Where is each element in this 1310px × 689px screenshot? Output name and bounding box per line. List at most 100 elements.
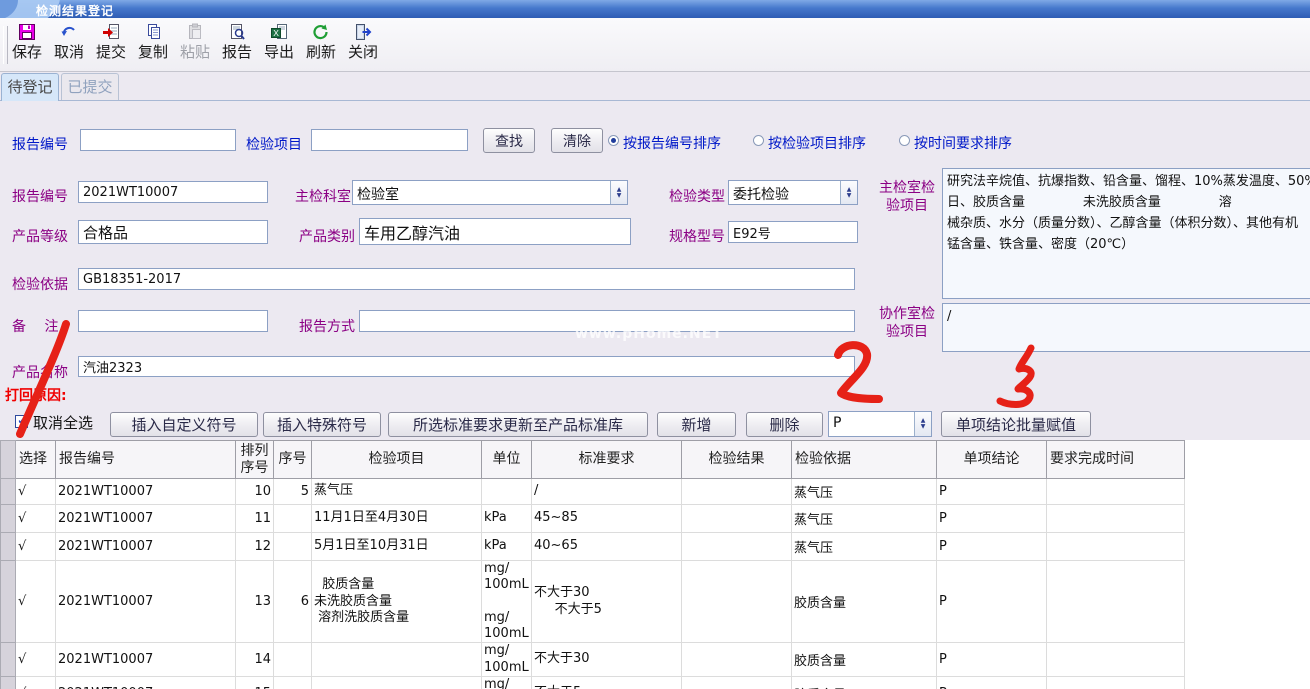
cell-seq[interactable] xyxy=(274,643,312,677)
cell-unit[interactable]: kPa xyxy=(482,533,532,561)
report-button[interactable]: 报告 xyxy=(220,22,254,62)
column-header-due[interactable]: 要求完成时间 xyxy=(1047,441,1185,479)
export-button[interactable]: X 导出 xyxy=(262,22,296,62)
cell-seq[interactable]: 5 xyxy=(274,479,312,505)
cell-check[interactable]: √ xyxy=(16,479,56,505)
cell-unit[interactable]: mg/ 100mL xyxy=(482,676,532,689)
column-header-order_no[interactable]: 排列 序号 xyxy=(236,441,274,479)
cell-unit[interactable]: mg/ 100mL xyxy=(482,643,532,677)
column-header-unit[interactable]: 单位 xyxy=(482,441,532,479)
product-grade-input[interactable] xyxy=(78,220,268,244)
column-header-report_no[interactable]: 报告编号 xyxy=(56,441,236,479)
cell-report_no[interactable]: 2021WT10007 xyxy=(56,676,236,689)
cell-item[interactable]: 胶质含量 未洗胶质含量 溶剂洗胶质含量 xyxy=(312,561,482,643)
coop-items-textarea[interactable]: / xyxy=(942,303,1310,352)
cell-report_no[interactable]: 2021WT10007 xyxy=(56,533,236,561)
sort-by-report-no-label[interactable]: 按报告编号排序 xyxy=(623,133,721,153)
cell-std[interactable]: 不大于30 xyxy=(532,643,682,677)
cell-unit[interactable]: kPa xyxy=(482,505,532,533)
cell-due[interactable] xyxy=(1047,676,1185,689)
cell-result[interactable] xyxy=(682,643,792,677)
sort-by-time-label[interactable]: 按时间要求排序 xyxy=(914,133,1012,153)
cell-due[interactable] xyxy=(1047,533,1185,561)
cell-check[interactable]: √ xyxy=(16,505,56,533)
cell-item[interactable] xyxy=(312,643,482,677)
clear-button[interactable]: 清除 xyxy=(551,128,603,153)
cell-result[interactable] xyxy=(682,533,792,561)
cell-std[interactable]: / xyxy=(532,479,682,505)
cell-basis[interactable]: 蒸气压 xyxy=(792,479,937,505)
cell-report_no[interactable]: 2021WT10007 xyxy=(56,561,236,643)
cell-check[interactable]: √ xyxy=(16,676,56,689)
cell-conclusion[interactable]: P xyxy=(937,561,1047,643)
cell-basis[interactable]: 胶质含量 xyxy=(792,561,937,643)
cell-seq[interactable] xyxy=(274,533,312,561)
add-row-button[interactable]: 新增 xyxy=(657,412,736,437)
cell-conclusion[interactable]: P xyxy=(937,676,1047,689)
cell-check[interactable]: √ xyxy=(16,533,56,561)
save-button[interactable]: 保存 xyxy=(10,22,44,62)
column-header-result[interactable]: 检验结果 xyxy=(682,441,792,479)
column-header-item[interactable]: 检验项目 xyxy=(312,441,482,479)
cell-std[interactable]: 40~65 xyxy=(532,533,682,561)
cell-order_no[interactable]: 10 xyxy=(236,479,274,505)
cell-result[interactable] xyxy=(682,561,792,643)
cell-std[interactable]: 45~85 xyxy=(532,505,682,533)
update-standard-library-button[interactable]: 所选标准要求更新至产品标准库 xyxy=(388,412,648,437)
cell-due[interactable] xyxy=(1047,561,1185,643)
sort-by-item-radio[interactable] xyxy=(753,135,764,146)
spinner-icon[interactable]: ▲▼ xyxy=(610,181,627,204)
cell-report_no[interactable]: 2021WT10007 xyxy=(56,505,236,533)
cell-order_no[interactable]: 13 xyxy=(236,561,274,643)
cell-seq[interactable]: 6 xyxy=(274,561,312,643)
cell-check[interactable]: √ xyxy=(16,561,56,643)
sort-by-time-radio[interactable] xyxy=(899,135,910,146)
submit-button[interactable]: 提交 xyxy=(94,22,128,62)
column-header-check[interactable]: 选择 xyxy=(16,441,56,479)
test-type-combo[interactable]: 委托检验 ▲▼ xyxy=(728,180,858,205)
undo-button[interactable]: 取消 xyxy=(52,22,86,62)
sort-by-item-label[interactable]: 按检验项目排序 xyxy=(768,133,866,153)
remark-input[interactable] xyxy=(78,310,268,332)
cell-unit[interactable] xyxy=(482,479,532,505)
cell-item[interactable]: 蒸气压 xyxy=(312,479,482,505)
main-dept-combo[interactable]: 检验室 ▲▼ xyxy=(352,180,628,205)
column-header-basis[interactable]: 检验依据 xyxy=(792,441,937,479)
spinner-icon[interactable]: ▲▼ xyxy=(914,412,931,436)
cell-unit[interactable]: mg/ 100mL mg/ 100mL xyxy=(482,561,532,643)
spinner-icon[interactable]: ▲▼ xyxy=(840,181,857,204)
tab-submitted[interactable]: 已提交 xyxy=(61,73,119,100)
cell-conclusion[interactable]: P xyxy=(937,533,1047,561)
cell-due[interactable] xyxy=(1047,643,1185,677)
cell-conclusion[interactable]: P xyxy=(937,479,1047,505)
report-method-input[interactable] xyxy=(359,310,855,332)
cell-item[interactable]: 11月1日至4月30日 xyxy=(312,505,482,533)
cell-item[interactable] xyxy=(312,676,482,689)
column-header-std[interactable]: 标准要求 xyxy=(532,441,682,479)
search-report-no-input[interactable] xyxy=(80,129,236,151)
cell-report_no[interactable]: 2021WT10007 xyxy=(56,479,236,505)
delete-row-button[interactable]: 删除 xyxy=(746,412,823,437)
cell-item[interactable]: 5月1日至10月31日 xyxy=(312,533,482,561)
cell-due[interactable] xyxy=(1047,505,1185,533)
copy-button[interactable]: 复制 xyxy=(136,22,170,62)
cell-result[interactable] xyxy=(682,676,792,689)
search-item-input[interactable] xyxy=(311,129,468,151)
cell-due[interactable] xyxy=(1047,479,1185,505)
uncheck-all-checkbox[interactable]: ✓ xyxy=(15,415,28,428)
refresh-button[interactable]: 刷新 xyxy=(304,22,338,62)
column-header-seq[interactable]: 序号 xyxy=(274,441,312,479)
cell-order_no[interactable]: 15 xyxy=(236,676,274,689)
cell-seq[interactable] xyxy=(274,676,312,689)
cell-report_no[interactable]: 2021WT10007 xyxy=(56,643,236,677)
cell-conclusion[interactable]: P xyxy=(937,505,1047,533)
cell-order_no[interactable]: 12 xyxy=(236,533,274,561)
insert-custom-symbol-button[interactable]: 插入自定义符号 xyxy=(110,412,258,437)
main-items-textarea[interactable]: 研究法辛烷值、抗爆指数、铅含量、馏程、10%蒸发温度、50%蒸 日、胶质含量 未… xyxy=(942,168,1310,299)
find-button[interactable]: 查找 xyxy=(483,128,535,153)
cell-basis[interactable]: 胶质含量 xyxy=(792,643,937,677)
cell-basis[interactable]: 蒸气压 xyxy=(792,533,937,561)
cell-result[interactable] xyxy=(682,505,792,533)
tab-pending[interactable]: 待登记 xyxy=(1,73,59,101)
cell-basis[interactable]: 胶质含量 xyxy=(792,676,937,689)
